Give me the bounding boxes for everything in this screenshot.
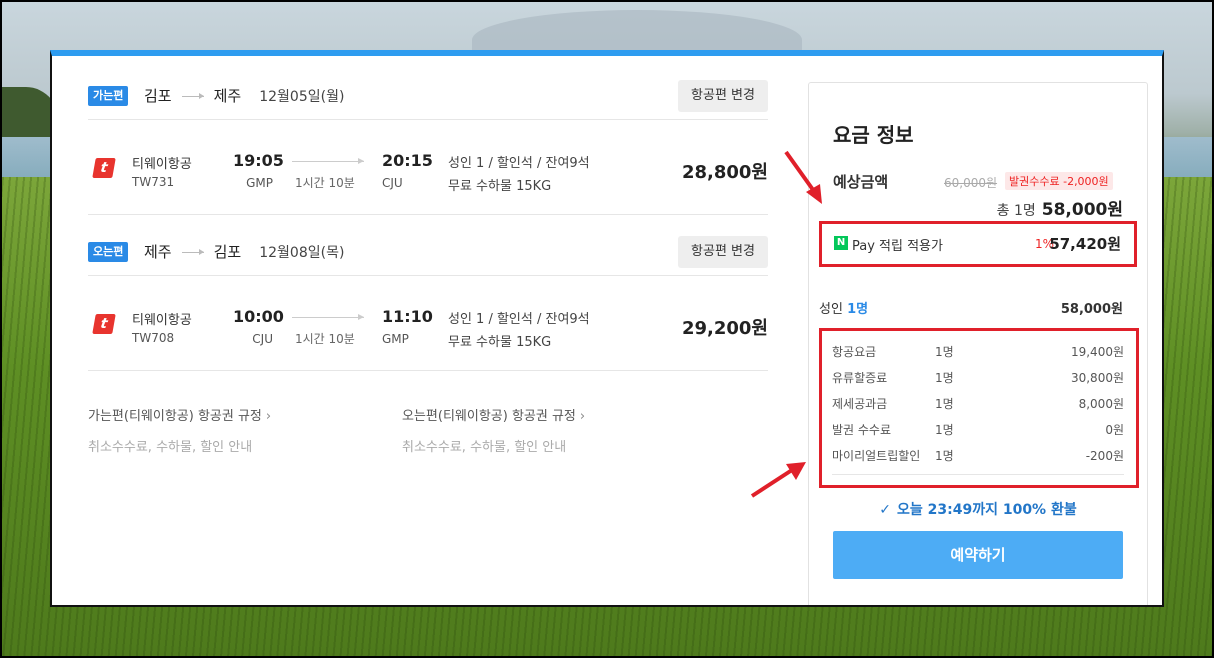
- breakdown-name: 발권 수수료: [832, 423, 892, 437]
- tway-logo-icon: t: [92, 158, 116, 178]
- inbound-rules-link[interactable]: 오는편(티웨이항공) 항공권 규정 ›: [402, 405, 585, 424]
- flight-line-arrow-icon: [292, 158, 364, 164]
- inbound-to: 김포: [213, 243, 242, 261]
- inbound-baggage: 무료 수하물 15KG: [448, 335, 552, 350]
- breakdown-name: 유류할증료: [832, 371, 888, 385]
- naver-pay-icon: N: [834, 236, 848, 250]
- inbound-change-flight-button[interactable]: 항공편 변경: [678, 236, 768, 268]
- book-button[interactable]: 예약하기: [833, 531, 1123, 579]
- inbound-arr-code: GMP: [382, 332, 409, 346]
- inbound-arr-time: 11:10: [382, 307, 433, 326]
- inbound-rules-title: 오는편(티웨이항공) 항공권 규정: [402, 409, 576, 424]
- adult-label-group: 성인 1명: [819, 298, 868, 317]
- breakdown-qty: 1명: [935, 371, 954, 385]
- check-icon: ✓: [879, 502, 891, 518]
- outbound-dep-code: GMP: [246, 176, 273, 190]
- inbound-badge: 오는편: [88, 242, 129, 262]
- inbound-rules[interactable]: 오는편(티웨이항공) 항공권 규정 › 취소수수료, 수하물, 할인 안내: [402, 405, 585, 455]
- inbound-price: 29,200원: [681, 318, 768, 339]
- inbound-route: 제주 김포 12월08일(목): [144, 241, 344, 262]
- refund-notice: ✓ 오늘 23:49까지 100% 환불: [809, 499, 1147, 519]
- breakdown-amount: 0원: [1105, 423, 1124, 437]
- annotation-arrow-icon: [784, 150, 822, 204]
- outbound-seat-info: 성인 1 / 할인석 / 잔여9석: [448, 156, 590, 171]
- outbound-dep-time: 19:05: [233, 151, 284, 170]
- outbound-flight-no: TW731: [132, 175, 175, 189]
- outbound-date: 12월05일(월): [259, 88, 345, 105]
- route-arrow-icon: [181, 93, 204, 99]
- breakdown-name: 마이리얼트립할인: [832, 449, 921, 463]
- outbound-rules-title: 가는편(티웨이항공) 항공권 규정: [88, 409, 262, 424]
- outbound-arr-code: CJU: [382, 176, 403, 190]
- inbound-header: 오는편 제주 김포 12월08일(목) 항공편 변경: [88, 212, 768, 276]
- breakdown-name: 제세공과금: [832, 397, 888, 411]
- inbound-from: 제주: [144, 243, 172, 261]
- outbound-from: 김포: [144, 87, 172, 105]
- flight-line-arrow-icon: [292, 314, 364, 320]
- breakdown-qty: 1명: [935, 423, 954, 437]
- breakdown-amount: 30,800원: [1070, 371, 1124, 385]
- fare-breakdown-box: 항공요금 1명 19,400원 유류할증료 1명 30,800원 제세공과금 1…: [819, 328, 1139, 488]
- inbound-dep-time: 10:00: [233, 307, 284, 326]
- outbound-price: 28,800원: [681, 162, 768, 183]
- route-arrow-icon: [181, 249, 204, 255]
- original-price: 60,000원: [944, 176, 998, 190]
- outbound-rules-sub: 취소수수료, 수하물, 할인 안내: [88, 440, 253, 455]
- fare-info-panel: 요금 정보 예상금액 60,000원 발권수수료 -2,000원 총 1명 58…: [808, 82, 1148, 605]
- npay-label: Pay 적립 적용가: [852, 239, 943, 254]
- breakdown-amount: 8,000원: [1078, 397, 1124, 411]
- breakdown-qty: 1명: [935, 449, 954, 463]
- outbound-arr-time: 20:15: [382, 151, 433, 170]
- annotation-arrow-icon: [750, 462, 806, 498]
- outbound-airline: 티웨이항공: [132, 157, 192, 172]
- outbound-change-flight-button[interactable]: 항공편 변경: [678, 80, 768, 112]
- inbound-dep-code: CJU: [252, 332, 273, 346]
- breakdown-amount: 19,400원: [1070, 345, 1124, 359]
- inbound-rules-sub: 취소수수료, 수하물, 할인 안내: [402, 440, 567, 455]
- npay-highlight-box: N Pay 적립 적용가 1% 57,420원: [819, 221, 1137, 267]
- adult-amount: 58,000원: [1060, 302, 1123, 317]
- booking-panel: 가는편 김포 제주 12월05일(월) 항공편 변경 t 티웨이항공 TW731…: [50, 50, 1164, 607]
- inbound-seat-info: 성인 1 / 할인석 / 잔여9석: [448, 312, 590, 327]
- outbound-duration: 1시간 10분: [295, 176, 355, 190]
- breakdown-name: 항공요금: [832, 345, 877, 359]
- total-amount: 58,000원: [1041, 200, 1123, 220]
- outbound-flight-row: t 티웨이항공 TW731 19:05 GMP 1시간 10분 20:15 CJ…: [88, 120, 768, 215]
- breakdown-qty: 1명: [935, 345, 954, 359]
- outbound-rules-link[interactable]: 가는편(티웨이항공) 항공권 규정 ›: [88, 405, 271, 424]
- estimated-amount-label: 예상금액: [833, 173, 889, 191]
- outbound-badge: 가는편: [88, 86, 129, 106]
- outbound-header: 가는편 김포 제주 12월05일(월) 항공편 변경: [88, 56, 768, 120]
- npay-amount: 57,420원: [1049, 235, 1121, 253]
- chevron-right-icon: ›: [579, 409, 586, 424]
- refund-text: 오늘 23:49까지 100% 환불: [897, 502, 1077, 518]
- breakdown-qty: 1명: [935, 397, 954, 411]
- adult-count: 1명: [847, 302, 869, 317]
- outbound-baggage: 무료 수하물 15KG: [448, 179, 552, 194]
- breakdown-amount: -200원: [1085, 449, 1124, 463]
- inbound-flight-no: TW708: [132, 331, 175, 345]
- total-line: 총 1명 58,000원: [997, 195, 1123, 220]
- inbound-duration: 1시간 10분: [295, 332, 355, 346]
- adult-label: 성인: [819, 302, 843, 317]
- tway-logo-icon: t: [92, 314, 116, 334]
- breakdown-divider: [832, 474, 1124, 475]
- inbound-flight-row: t 티웨이항공 TW708 10:00 CJU 1시간 10분 11:10 GM…: [88, 276, 768, 371]
- total-prefix: 총 1명: [996, 203, 1036, 219]
- outbound-route: 김포 제주 12월05일(월): [144, 85, 344, 106]
- issuing-fee-badge: 발권수수료 -2,000원: [1005, 172, 1113, 190]
- chevron-right-icon: ›: [265, 409, 272, 424]
- outbound-rules[interactable]: 가는편(티웨이항공) 항공권 규정 › 취소수수료, 수하물, 할인 안내: [88, 405, 271, 455]
- fare-title: 요금 정보: [833, 123, 914, 147]
- outbound-to: 제주: [213, 87, 242, 105]
- inbound-date: 12월08일(목): [259, 244, 345, 261]
- inbound-airline: 티웨이항공: [132, 313, 192, 328]
